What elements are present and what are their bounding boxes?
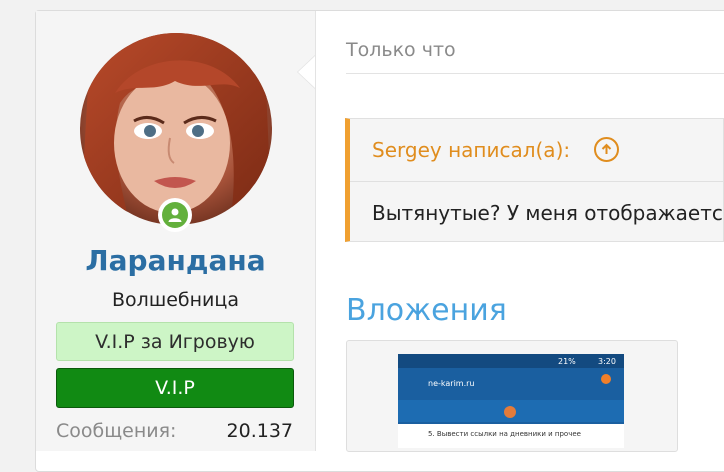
quote-text: Вытянутые? У меня отображается: [372, 201, 724, 225]
avatar[interactable]: [80, 33, 272, 225]
quote-block: Sergey написал(а): Вытянутые? У меня ото…: [345, 118, 724, 242]
user-title: Волшебница: [112, 289, 239, 311]
messages-label: Сообщения:: [56, 420, 177, 442]
online-status: [158, 198, 192, 232]
thumb-status: 21%: [558, 357, 576, 366]
thumb-line: 5. Вывести ссылки на дневники и прочее: [428, 430, 581, 438]
attachments-title: Вложения: [346, 293, 507, 328]
user-banner-vip-game: V.I.P за Игровую: [56, 322, 294, 361]
attachment-thumbnail[interactable]: 21% 3:20 ne-karim.ru 5. Вывести ссылки н…: [398, 354, 624, 448]
user-banner-vip: V.I.P: [56, 368, 294, 408]
quote-header: Sergey написал(а):: [350, 119, 723, 182]
thumb-time: 3:20: [598, 357, 616, 366]
username[interactable]: Ларандана: [36, 244, 315, 277]
post-date[interactable]: Только что: [346, 39, 456, 61]
divider: [346, 73, 724, 74]
arrow-up-circle-icon[interactable]: [594, 137, 619, 162]
user-icon: [162, 202, 188, 228]
thumb-site: ne-karim.ru: [428, 379, 474, 388]
quote-author[interactable]: Sergey написал(а):: [372, 138, 570, 162]
messages-count: 20.137: [226, 420, 293, 442]
message-arrow: [298, 56, 315, 88]
